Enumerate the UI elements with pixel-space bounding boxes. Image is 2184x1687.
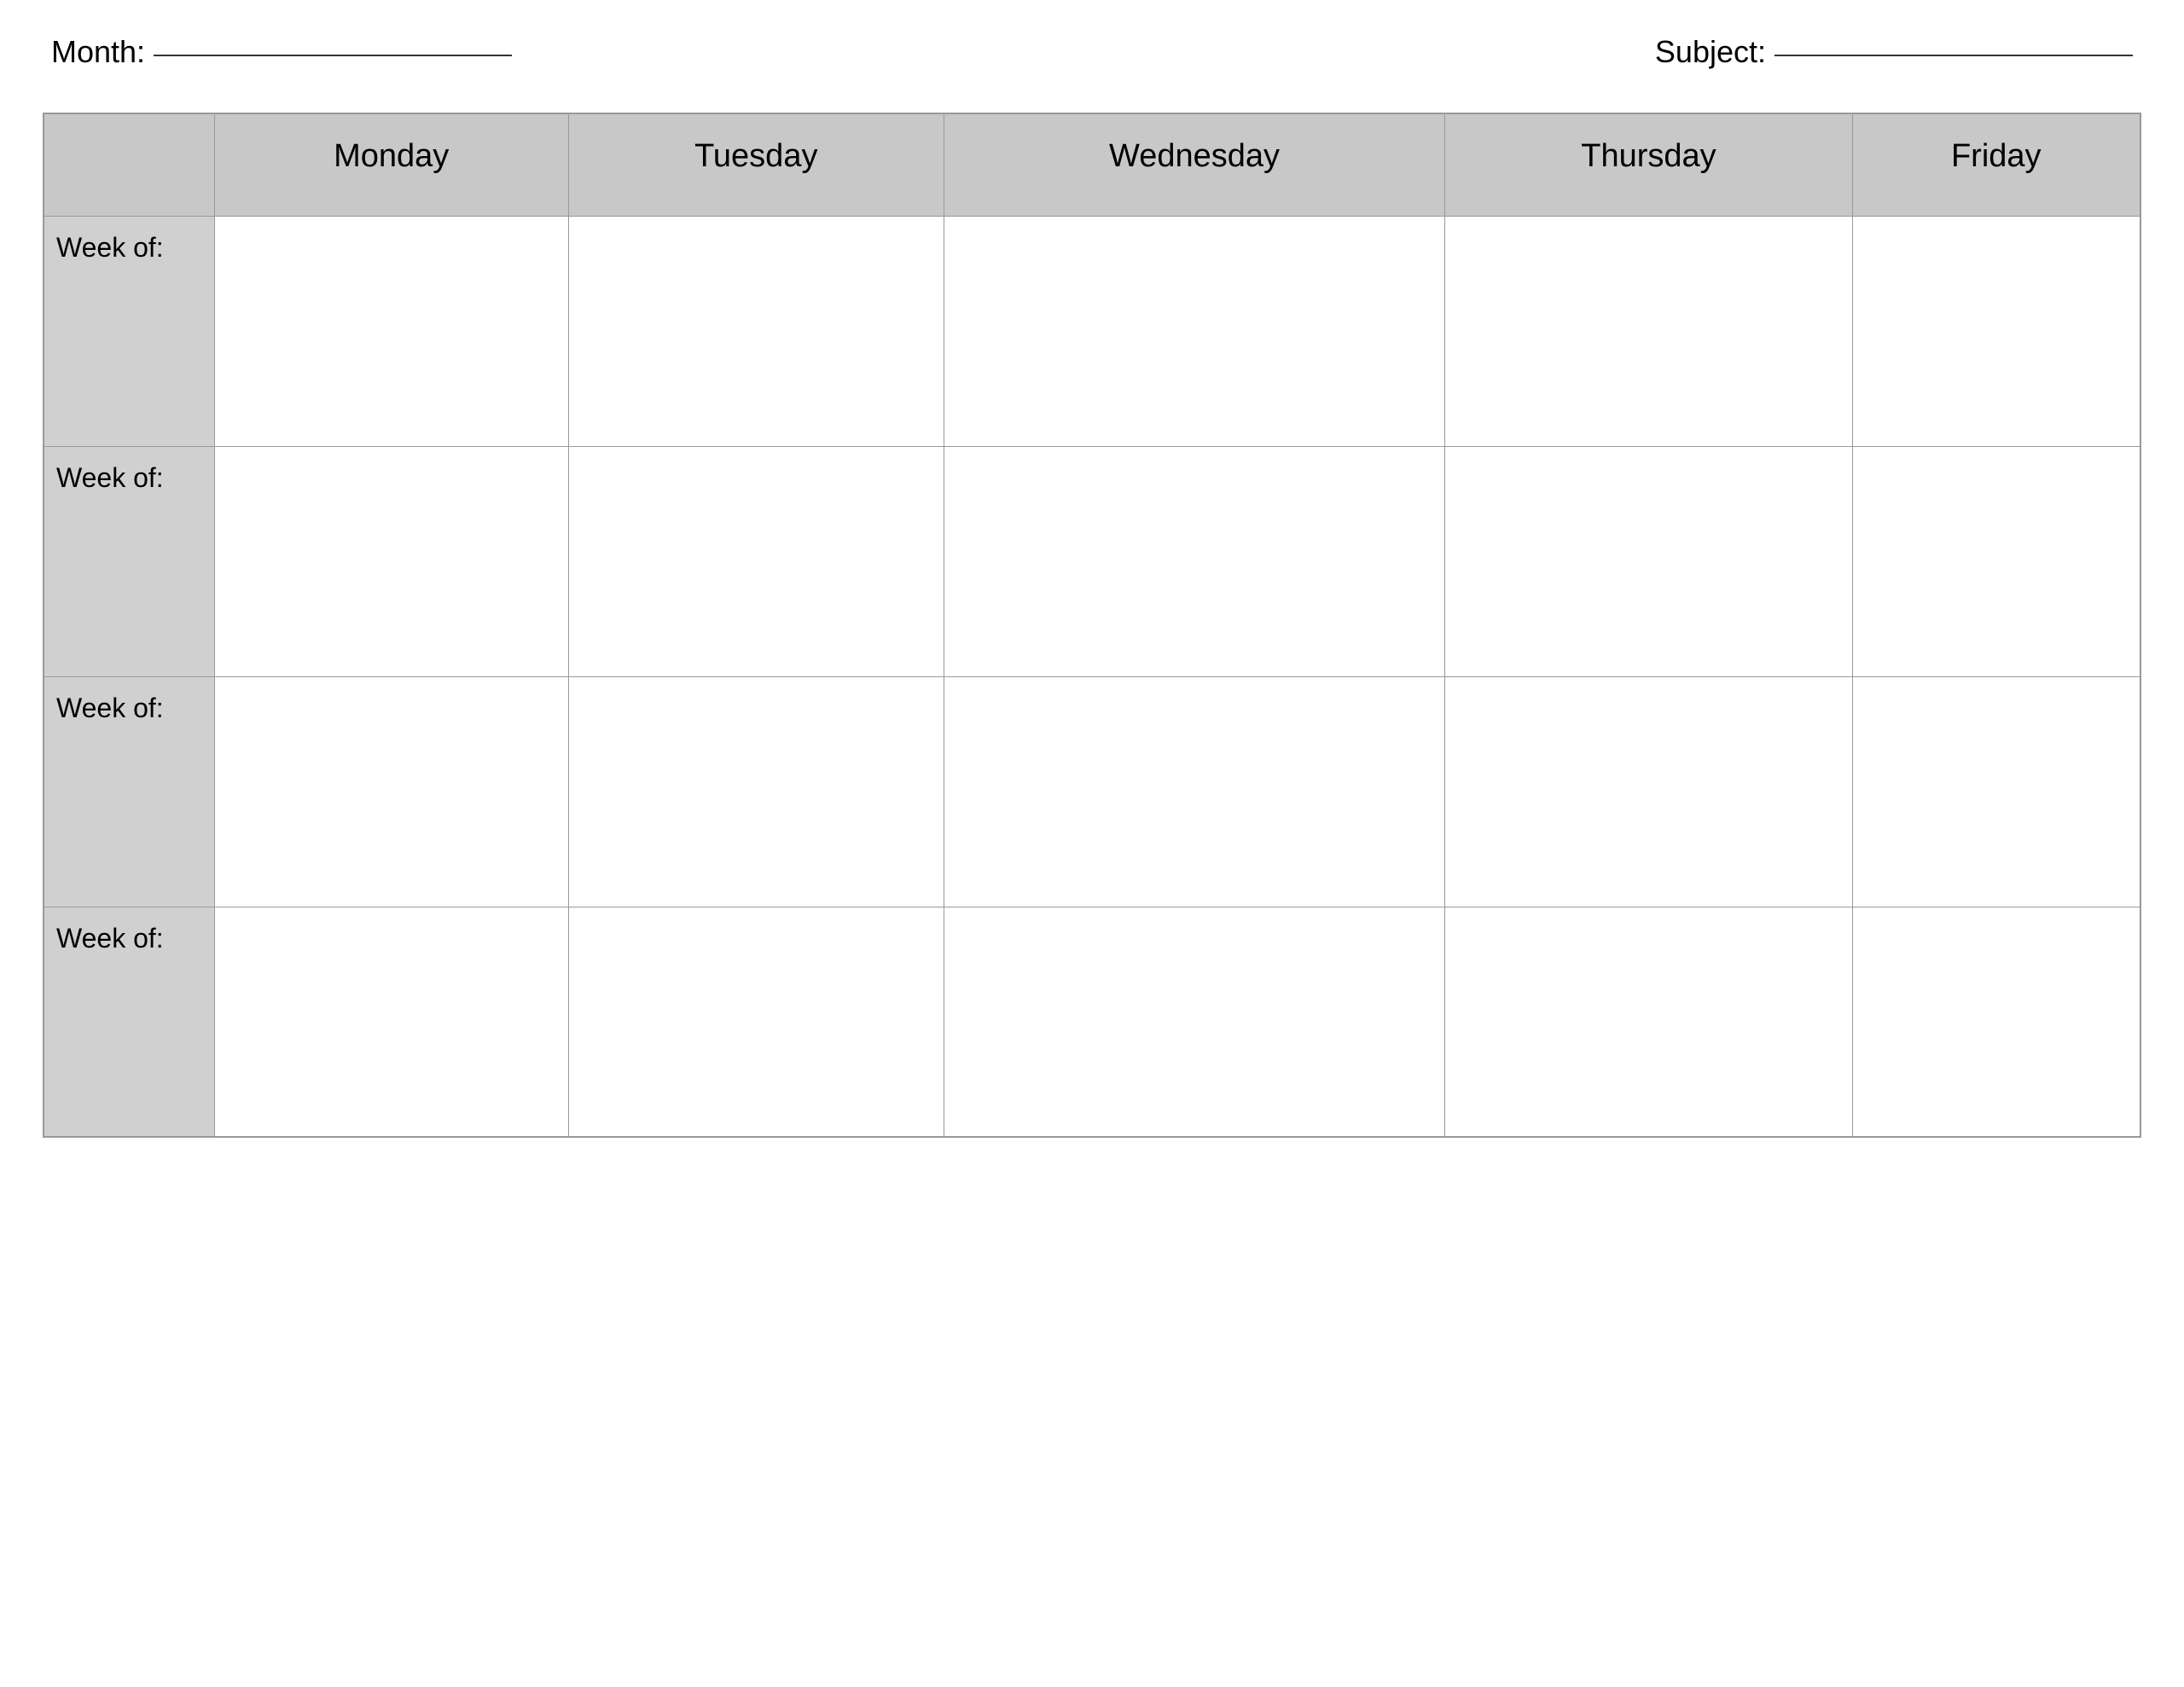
page-header: Month: Subject:	[43, 34, 2141, 70]
calendar-table: Monday Tuesday Wednesday Thursday Friday…	[43, 113, 2141, 1138]
col-header-monday: Monday	[214, 113, 568, 216]
subject-label: Subject:	[1655, 34, 1766, 70]
month-label: Month:	[51, 34, 145, 70]
cell-3-thursday[interactable]	[1445, 676, 1852, 907]
cell-3-wednesday[interactable]	[944, 676, 1445, 907]
cell-4-friday[interactable]	[1852, 907, 2140, 1137]
cell-4-wednesday[interactable]	[944, 907, 1445, 1137]
week-label-2: Week of:	[44, 446, 214, 676]
week-label-1: Week of:	[44, 216, 214, 446]
cell-3-friday[interactable]	[1852, 676, 2140, 907]
week-label-4: Week of:	[44, 907, 214, 1137]
subject-field: Subject:	[1655, 34, 2133, 70]
month-underline	[154, 48, 512, 56]
cell-1-tuesday[interactable]	[568, 216, 944, 446]
cell-2-friday[interactable]	[1852, 446, 2140, 676]
month-field: Month:	[51, 34, 512, 70]
week-label-3: Week of:	[44, 676, 214, 907]
subject-underline	[1774, 48, 2133, 56]
col-header-friday: Friday	[1852, 113, 2140, 216]
cell-2-wednesday[interactable]	[944, 446, 1445, 676]
cell-1-monday[interactable]	[214, 216, 568, 446]
header-row: Monday Tuesday Wednesday Thursday Friday	[44, 113, 2140, 216]
cell-3-tuesday[interactable]	[568, 676, 944, 907]
col-header-thursday: Thursday	[1445, 113, 1852, 216]
table-row: Week of:	[44, 216, 2140, 446]
cell-2-monday[interactable]	[214, 446, 568, 676]
cell-1-wednesday[interactable]	[944, 216, 1445, 446]
cell-4-tuesday[interactable]	[568, 907, 944, 1137]
cell-1-thursday[interactable]	[1445, 216, 1852, 446]
cell-3-monday[interactable]	[214, 676, 568, 907]
cell-2-thursday[interactable]	[1445, 446, 1852, 676]
col-header-wednesday: Wednesday	[944, 113, 1445, 216]
cell-1-friday[interactable]	[1852, 216, 2140, 446]
cell-2-tuesday[interactable]	[568, 446, 944, 676]
col-header-empty	[44, 113, 214, 216]
cell-4-monday[interactable]	[214, 907, 568, 1137]
table-row: Week of:	[44, 907, 2140, 1137]
cell-4-thursday[interactable]	[1445, 907, 1852, 1137]
table-row: Week of:	[44, 446, 2140, 676]
table-row: Week of:	[44, 676, 2140, 907]
col-header-tuesday: Tuesday	[568, 113, 944, 216]
